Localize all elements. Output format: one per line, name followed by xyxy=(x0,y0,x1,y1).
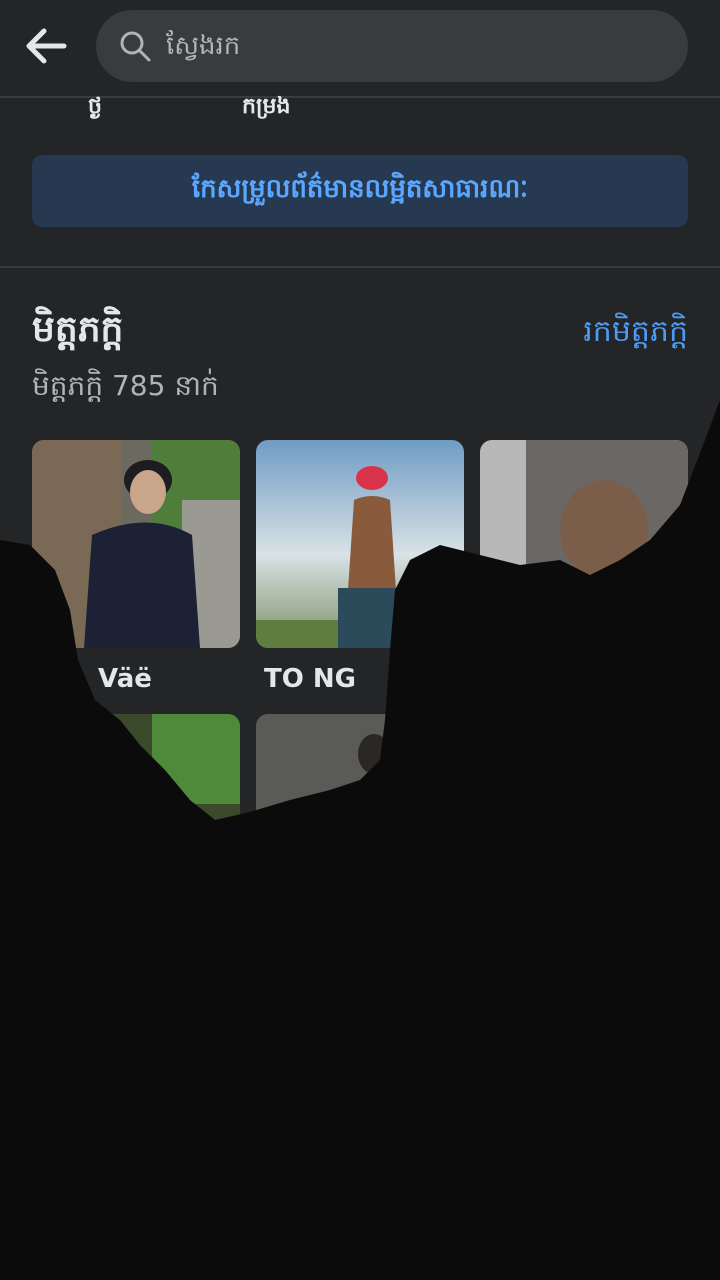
friend-name: Väë xyxy=(98,664,152,694)
friend-photo xyxy=(256,440,464,648)
friend-card[interactable] xyxy=(480,714,688,938)
top-bar xyxy=(0,0,720,98)
search-bar[interactable] xyxy=(96,10,688,82)
friend-photo xyxy=(480,714,688,922)
tab-partial-left[interactable]: ថ្ង xyxy=(88,92,102,124)
friend-card[interactable] xyxy=(480,440,688,664)
friends-section-title: មិត្តភក្តិ xyxy=(32,309,124,350)
find-friends-link[interactable]: រកមិត្តភក្តិ xyxy=(583,312,688,356)
friend-photo xyxy=(480,440,688,648)
friend-card[interactable]: TO NG xyxy=(256,440,464,694)
search-icon xyxy=(118,29,152,63)
friend-photo xyxy=(256,714,464,922)
section-divider xyxy=(0,266,720,268)
friend-photo xyxy=(32,714,240,922)
friend-card[interactable] xyxy=(256,714,464,938)
friend-card[interactable]: Väë xyxy=(32,440,240,694)
friend-card[interactable] xyxy=(32,714,240,938)
back-button[interactable] xyxy=(18,20,74,72)
search-input[interactable] xyxy=(164,30,688,62)
edit-public-details-button[interactable]: កែសម្រួលព័ត៌មានលម្អិតសាធារណៈ xyxy=(32,155,688,227)
back-arrow-icon xyxy=(26,28,67,64)
profile-tabs-partial: ថ្ង កម្រង xyxy=(0,88,720,128)
friend-photo xyxy=(32,440,240,648)
friend-name: TO NG xyxy=(264,664,356,694)
tab-partial-right[interactable]: កម្រង xyxy=(242,92,290,124)
friends-count: មិត្តភក្តិ 785 នាក់ xyxy=(32,369,219,402)
